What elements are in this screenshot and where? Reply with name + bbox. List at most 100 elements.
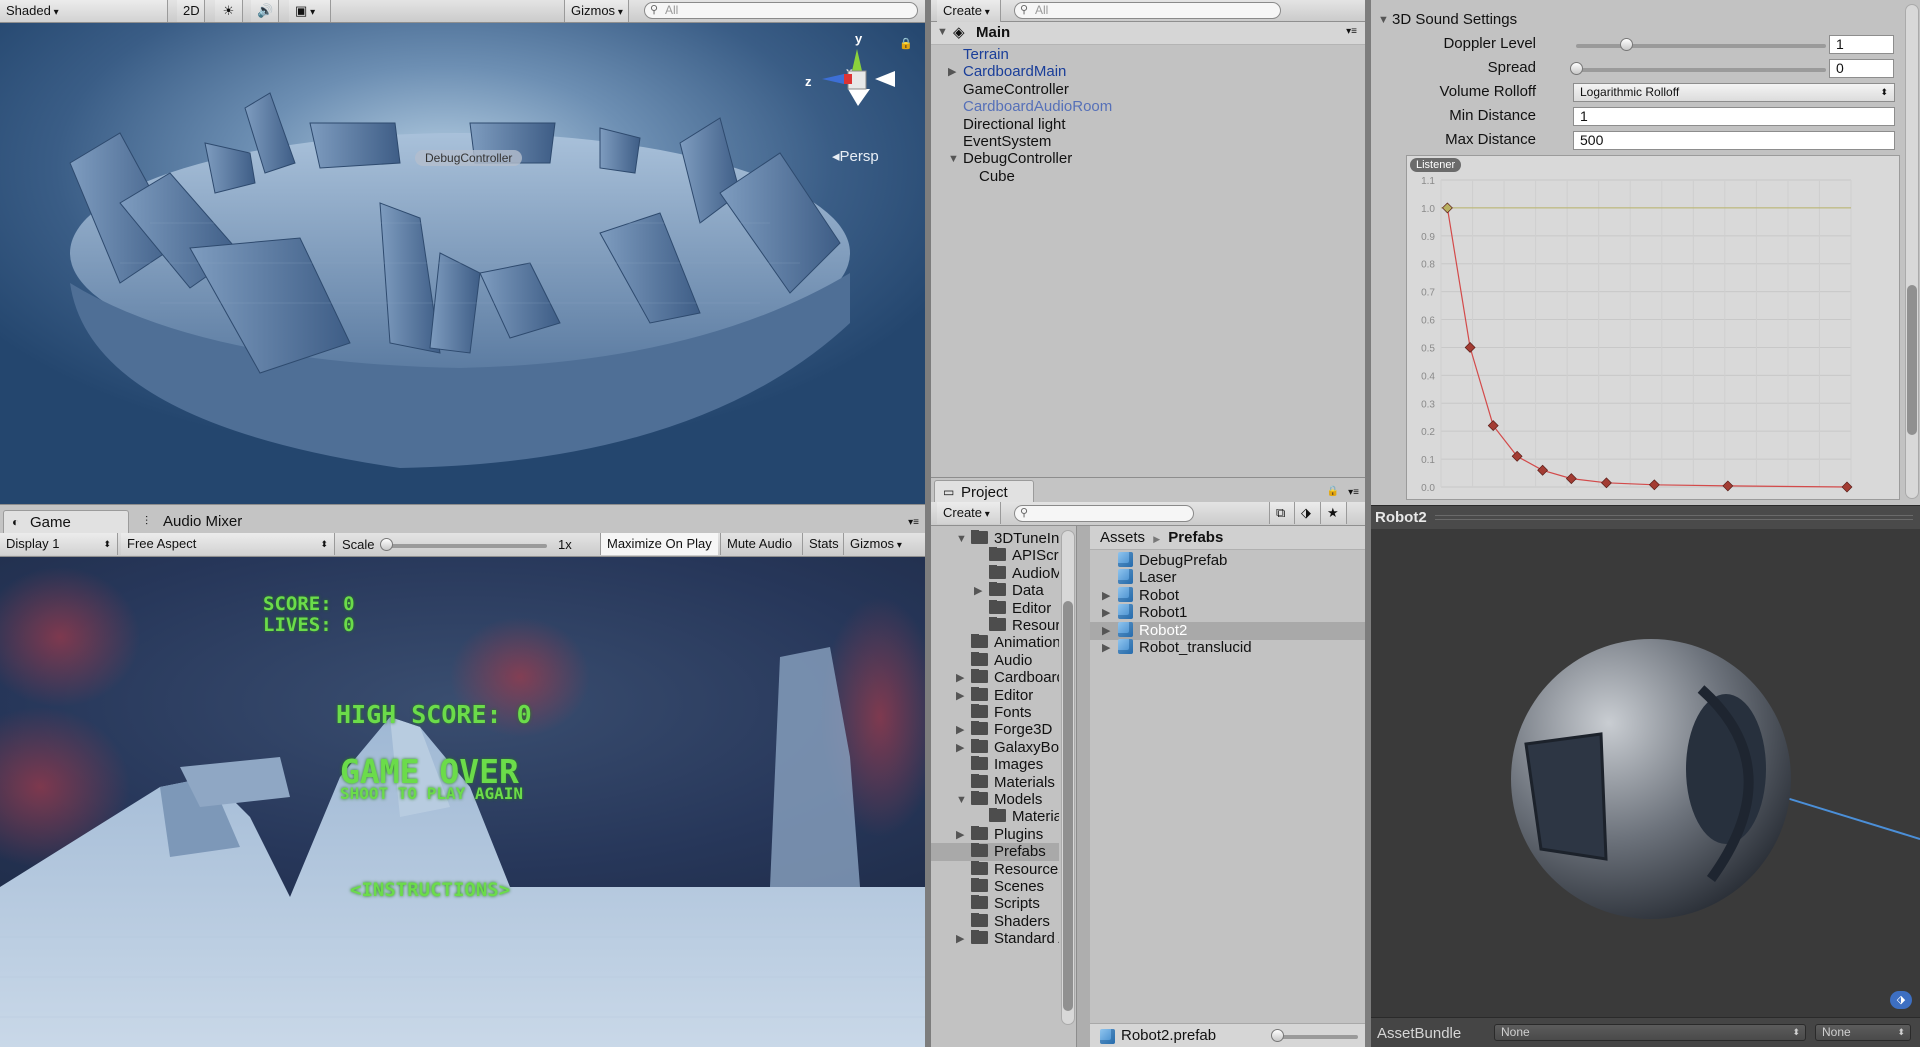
debug-controller-label[interactable]: DebugController (415, 150, 523, 166)
collapsed-arrow-icon[interactable]: ▶ (956, 826, 964, 844)
rolloff-graph[interactable]: 1.1 1.0 0.9 0.8 0.7 0.6 0.5 0.4 0.3 0.2 0.1 0.0 Lis… (1406, 155, 1900, 500)
scene-header[interactable]: ▼ ◈ Main ▾≡ (931, 22, 1365, 45)
asset-preview[interactable]: ⬗ (1371, 529, 1920, 1017)
collapsed-arrow-icon[interactable]: ▶ (974, 582, 982, 600)
stats-toggle[interactable]: Stats (802, 533, 845, 555)
folder-tree-item[interactable]: ▶ Cardboard (931, 669, 1059, 687)
scene-view[interactable]: DebugController y z x 🔒 ◂Persp (0, 23, 925, 504)
folder-tree-item[interactable]: ▶ Editor (931, 686, 1059, 705)
folder-tree-item[interactable]: AudioMi (931, 564, 1059, 583)
section-expand-icon[interactable]: ▼ (1378, 10, 1389, 31)
hierarchy-item[interactable]: Directional light (931, 116, 1365, 134)
scale-slider-knob[interactable] (380, 538, 393, 551)
orientation-gizmo[interactable]: y z x (800, 31, 900, 121)
doppler-level-slider[interactable] (1576, 44, 1826, 48)
tab-game[interactable]: ◐ Game (3, 510, 129, 533)
scene-expand-icon[interactable]: ▼ (937, 22, 948, 43)
expanded-arrow-icon[interactable]: ▼ (956, 791, 967, 809)
folder-tree-item[interactable]: Audio (931, 651, 1059, 670)
spread-input[interactable]: 0 (1829, 59, 1894, 78)
folder-tree-item[interactable]: Resources (931, 860, 1059, 879)
rolloff-keyframe-point[interactable] (1565, 473, 1577, 485)
lock-icon[interactable]: 🔒 (899, 37, 913, 50)
project-split-divider[interactable] (1076, 526, 1090, 1047)
scene-menu-icon[interactable]: ▾≡ (1346, 26, 1357, 37)
rolloff-keyframe-point[interactable] (1487, 420, 1499, 432)
folder-tree-item[interactable]: Editor (931, 599, 1059, 618)
folder-tree-item[interactable]: Materials (931, 773, 1059, 792)
rolloff-keyframe-point[interactable] (1464, 342, 1476, 353)
folder-tree-item[interactable]: ▼ 3DTuneIn (931, 530, 1059, 548)
folder-tree-item[interactable]: Images (931, 756, 1059, 774)
scrollbar-thumb[interactable] (1907, 285, 1917, 435)
expanded-arrow-icon[interactable]: ▼ (948, 150, 959, 168)
spread-slider-knob[interactable] (1570, 62, 1583, 75)
shading-mode-dropdown[interactable]: Shaded (0, 0, 168, 22)
asset-item[interactable]: ▶ Robot_translucid (1090, 639, 1365, 657)
folder-tree-item[interactable]: Resourc (931, 617, 1059, 635)
rolloff-keyframe-point[interactable] (1441, 202, 1453, 214)
project-search-input[interactable]: ⚲ (1014, 505, 1194, 522)
collapsed-arrow-icon[interactable]: ▶ (956, 930, 964, 948)
icon-size-slider-knob[interactable] (1271, 1029, 1284, 1042)
collapsed-arrow-icon[interactable]: ▶ (956, 687, 964, 705)
scale-slider[interactable] (382, 544, 547, 548)
2d-toggle-button[interactable]: 2D (177, 0, 205, 22)
folder-tree-item[interactable]: Fonts (931, 704, 1059, 722)
breadcrumb-current[interactable]: Prefabs (1168, 529, 1223, 546)
folder-tree-item[interactable]: Animation (931, 634, 1059, 652)
icon-size-slider[interactable] (1273, 1035, 1358, 1039)
maximize-on-play-toggle[interactable]: Maximize On Play (600, 533, 718, 555)
assetbundle-variant-dropdown[interactable]: None ⬍ (1815, 1024, 1911, 1041)
folder-tree-item[interactable]: Scripts (931, 895, 1059, 913)
instructions-button[interactable]: <INSTRUCTIONS> (350, 879, 510, 901)
assetbundle-dropdown[interactable]: None ⬍ (1494, 1024, 1806, 1041)
spread-slider[interactable] (1576, 68, 1826, 72)
filter-by-label-icon[interactable]: ⬗ (1295, 502, 1321, 524)
folder-tree-item[interactable]: Scenes (931, 878, 1059, 896)
aspect-dropdown[interactable]: Free Aspect ⬍ (121, 533, 335, 555)
collapsed-arrow-icon[interactable]: ▶ (1102, 639, 1110, 657)
collapsed-arrow-icon[interactable]: ▶ (956, 739, 964, 757)
folder-tree-item[interactable]: ▶ Standard A (931, 930, 1059, 948)
collapsed-arrow-icon[interactable]: ▶ (948, 63, 956, 81)
rolloff-keyframe-point[interactable] (1600, 477, 1612, 489)
hierarchy-item[interactable]: CardboardAudioRoom (931, 98, 1365, 116)
collapsed-arrow-icon[interactable]: ▶ (956, 721, 964, 739)
hierarchy-item[interactable]: ▼ DebugController (931, 150, 1365, 168)
section-header[interactable]: 3D Sound Settings (1392, 11, 1517, 28)
mute-audio-toggle[interactable]: Mute Audio (720, 533, 798, 555)
folder-tree-scrollbar[interactable] (1061, 530, 1075, 1025)
folder-tree-item[interactable]: ▶ Forge3D (931, 721, 1059, 739)
panel-menu-icon[interactable]: ▾≡ (908, 517, 919, 528)
audio-toggle-icon[interactable]: 🔊 (251, 0, 279, 22)
folder-tree-item[interactable]: Prefabs (931, 843, 1059, 862)
favorites-star-icon[interactable]: ★ (1321, 502, 1347, 524)
folder-tree-item[interactable]: ▶ Data (931, 582, 1059, 600)
preview-drag-handle[interactable] (1435, 515, 1913, 520)
game-gizmos-dropdown[interactable]: Gizmos (843, 533, 908, 555)
asset-item[interactable]: Laser (1090, 569, 1365, 587)
effects-dropdown-icon[interactable]: ▣ (289, 0, 331, 22)
collapsed-arrow-icon[interactable]: ▶ (1102, 604, 1110, 622)
hierarchy-item[interactable]: Terrain (931, 46, 1365, 64)
volume-rolloff-dropdown[interactable]: Logarithmic Rolloff ⬍ (1573, 83, 1895, 102)
scrollbar-thumb[interactable] (1063, 601, 1073, 1011)
folder-tree-item[interactable]: Shaders (931, 912, 1059, 931)
lighting-toggle-icon[interactable]: ☀ (215, 0, 243, 22)
hierarchy-item[interactable]: Cube (931, 168, 1365, 186)
doppler-level-input[interactable]: 1 (1829, 35, 1894, 54)
tab-audio-mixer[interactable]: ⫶ Audio Mixer (137, 510, 252, 533)
scene-gizmos-dropdown[interactable]: Gizmos (564, 0, 629, 22)
hierarchy-item[interactable]: ▶ CardboardMain (931, 63, 1365, 81)
folder-tree-item[interactable]: APIScrip (931, 547, 1059, 565)
panel-menu-icon[interactable]: ▾≡ (1348, 487, 1359, 498)
breadcrumb-root[interactable]: Assets (1100, 529, 1145, 546)
lock-icon[interactable]: 🔒 (1327, 486, 1339, 497)
folder-tree-item[interactable]: Materials (931, 808, 1059, 826)
max-distance-input[interactable]: 500 (1573, 131, 1895, 150)
inspector-scrollbar[interactable] (1905, 4, 1919, 499)
project-create-dropdown[interactable]: Create (937, 502, 1001, 524)
hierarchy-create-dropdown[interactable]: Create (937, 0, 1001, 22)
asset-item[interactable]: DebugPrefab (1090, 552, 1365, 570)
